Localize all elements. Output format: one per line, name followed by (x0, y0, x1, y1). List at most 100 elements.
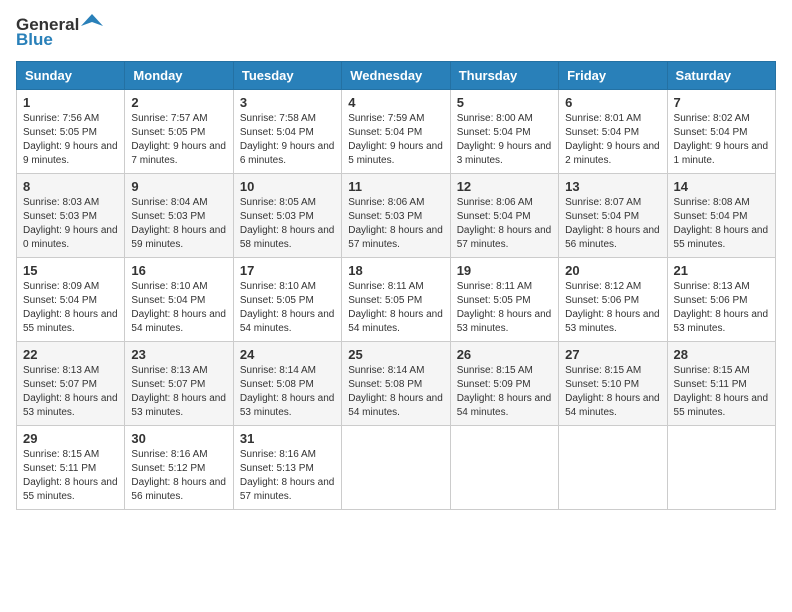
day-number: 8 (23, 179, 118, 194)
calendar-cell: 8Sunrise: 8:03 AM Sunset: 5:03 PM Daylig… (17, 174, 125, 258)
day-number: 17 (240, 263, 335, 278)
calendar-week-row: 22 Sunrise: 8:13 AM Sunset: 5:07 PM Dayli… (17, 342, 776, 426)
day-number: 22 (23, 347, 118, 362)
cell-content: Sunrise: 7:59 AM Sunset: 5:04 PM Dayligh… (348, 112, 443, 168)
cell-content: Sunrise: 8:13 AM Sunset: 5:07 PM Dayligh… (131, 364, 226, 420)
calendar-cell: 17Sunrise: 8:10 AM Sunset: 5:05 PM Dayli… (233, 258, 341, 342)
cell-content: Sunrise: 8:04 AM Sunset: 5:03 PM Dayligh… (131, 196, 226, 252)
day-header-tuesday: Tuesday (233, 62, 341, 90)
day-number: 6 (565, 95, 660, 110)
cell-content: Sunrise: 8:00 AM Sunset: 5:04 PM Dayligh… (457, 112, 552, 168)
day-number: 15 (23, 263, 118, 278)
calendar-cell (559, 426, 667, 510)
calendar-cell: 10 Sunrise: 8:05 AM Sunset: 5:03 PM Dayli… (233, 174, 341, 258)
calendar-cell: 25Sunrise: 8:14 AM Sunset: 5:08 PM Dayli… (342, 342, 450, 426)
day-number: 21 (674, 263, 769, 278)
calendar-week-row: 1 Sunrise: 7:56 AM Sunset: 5:05 PM Daylig… (17, 90, 776, 174)
day-number: 24 (240, 347, 335, 362)
calendar-week-row: 8Sunrise: 8:03 AM Sunset: 5:03 PM Daylig… (17, 174, 776, 258)
calendar-week-row: 29 Sunrise: 8:15 AM Sunset: 5:11 PM Dayli… (17, 426, 776, 510)
calendar-cell: 31 Sunrise: 8:16 AM Sunset: 5:13 PM Dayli… (233, 426, 341, 510)
cell-content: Sunrise: 8:12 AM Sunset: 5:06 PM Dayligh… (565, 280, 660, 336)
cell-content: Sunrise: 8:16 AM Sunset: 5:12 PM Dayligh… (131, 448, 226, 504)
calendar-cell (667, 426, 775, 510)
cell-content: Sunrise: 8:06 AM Sunset: 5:03 PM Dayligh… (348, 196, 443, 252)
calendar-cell: 23 Sunrise: 8:13 AM Sunset: 5:07 PM Dayli… (125, 342, 233, 426)
calendar-cell: 15 Sunrise: 8:09 AM Sunset: 5:04 PM Dayli… (17, 258, 125, 342)
day-header-wednesday: Wednesday (342, 62, 450, 90)
calendar-cell: 27 Sunrise: 8:15 AM Sunset: 5:10 PM Dayli… (559, 342, 667, 426)
calendar-cell: 1 Sunrise: 7:56 AM Sunset: 5:05 PM Daylig… (17, 90, 125, 174)
cell-content: Sunrise: 8:05 AM Sunset: 5:03 PM Dayligh… (240, 196, 335, 252)
calendar-cell: 28Sunrise: 8:15 AM Sunset: 5:11 PM Dayli… (667, 342, 775, 426)
cell-content: Sunrise: 8:11 AM Sunset: 5:05 PM Dayligh… (348, 280, 443, 336)
day-header-sunday: Sunday (17, 62, 125, 90)
day-header-monday: Monday (125, 62, 233, 90)
calendar-cell: 16Sunrise: 8:10 AM Sunset: 5:04 PM Dayli… (125, 258, 233, 342)
day-number: 12 (457, 179, 552, 194)
cell-content: Sunrise: 8:09 AM Sunset: 5:04 PM Dayligh… (23, 280, 118, 336)
day-number: 10 (240, 179, 335, 194)
cell-content: Sunrise: 8:16 AM Sunset: 5:13 PM Dayligh… (240, 448, 335, 504)
day-number: 11 (348, 179, 443, 194)
calendar-cell: 30 Sunrise: 8:16 AM Sunset: 5:12 PM Dayli… (125, 426, 233, 510)
calendar-cell: 7 Sunrise: 8:02 AM Sunset: 5:04 PM Daylig… (667, 90, 775, 174)
day-number: 14 (674, 179, 769, 194)
day-number: 19 (457, 263, 552, 278)
cell-content: Sunrise: 8:02 AM Sunset: 5:04 PM Dayligh… (674, 112, 769, 168)
cell-content: Sunrise: 8:07 AM Sunset: 5:04 PM Dayligh… (565, 196, 660, 252)
cell-content: Sunrise: 8:01 AM Sunset: 5:04 PM Dayligh… (565, 112, 660, 168)
calendar-cell: 26 Sunrise: 8:15 AM Sunset: 5:09 PM Dayli… (450, 342, 558, 426)
day-number: 2 (131, 95, 226, 110)
calendar-cell: 19 Sunrise: 8:11 AM Sunset: 5:05 PM Dayli… (450, 258, 558, 342)
day-number: 5 (457, 95, 552, 110)
calendar-header-row: SundayMondayTuesdayWednesdayThursdayFrid… (17, 62, 776, 90)
cell-content: Sunrise: 8:15 AM Sunset: 5:09 PM Dayligh… (457, 364, 552, 420)
day-number: 9 (131, 179, 226, 194)
cell-content: Sunrise: 8:15 AM Sunset: 5:10 PM Dayligh… (565, 364, 660, 420)
calendar-cell: 24 Sunrise: 8:14 AM Sunset: 5:08 PM Dayli… (233, 342, 341, 426)
calendar-cell: 20Sunrise: 8:12 AM Sunset: 5:06 PM Dayli… (559, 258, 667, 342)
day-number: 27 (565, 347, 660, 362)
calendar-table: SundayMondayTuesdayWednesdayThursdayFrid… (16, 61, 776, 510)
calendar-cell: 11 Sunrise: 8:06 AM Sunset: 5:03 PM Dayli… (342, 174, 450, 258)
day-number: 30 (131, 431, 226, 446)
calendar-cell: 21Sunrise: 8:13 AM Sunset: 5:06 PM Dayli… (667, 258, 775, 342)
calendar-cell: 22 Sunrise: 8:13 AM Sunset: 5:07 PM Dayli… (17, 342, 125, 426)
day-number: 18 (348, 263, 443, 278)
cell-content: Sunrise: 7:56 AM Sunset: 5:05 PM Dayligh… (23, 112, 118, 168)
day-number: 26 (457, 347, 552, 362)
cell-content: Sunrise: 8:15 AM Sunset: 5:11 PM Dayligh… (674, 364, 769, 420)
day-header-thursday: Thursday (450, 62, 558, 90)
calendar-cell (342, 426, 450, 510)
day-number: 16 (131, 263, 226, 278)
calendar-cell: 5 Sunrise: 8:00 AM Sunset: 5:04 PM Daylig… (450, 90, 558, 174)
calendar-cell (450, 426, 558, 510)
calendar-cell: 13 Sunrise: 8:07 AM Sunset: 5:04 PM Dayli… (559, 174, 667, 258)
calendar-cell: 14 Sunrise: 8:08 AM Sunset: 5:04 PM Dayli… (667, 174, 775, 258)
calendar-cell: 9 Sunrise: 8:04 AM Sunset: 5:03 PM Daylig… (125, 174, 233, 258)
calendar-cell: 18 Sunrise: 8:11 AM Sunset: 5:05 PM Dayli… (342, 258, 450, 342)
cell-content: Sunrise: 7:57 AM Sunset: 5:05 PM Dayligh… (131, 112, 226, 168)
day-number: 29 (23, 431, 118, 446)
day-number: 7 (674, 95, 769, 110)
cell-content: Sunrise: 8:08 AM Sunset: 5:04 PM Dayligh… (674, 196, 769, 252)
calendar-cell: 3 Sunrise: 7:58 AM Sunset: 5:04 PM Daylig… (233, 90, 341, 174)
cell-content: Sunrise: 8:06 AM Sunset: 5:04 PM Dayligh… (457, 196, 552, 252)
cell-content: Sunrise: 8:11 AM Sunset: 5:05 PM Dayligh… (457, 280, 552, 336)
day-number: 23 (131, 347, 226, 362)
cell-content: Sunrise: 7:58 AM Sunset: 5:04 PM Dayligh… (240, 112, 335, 168)
day-number: 1 (23, 95, 118, 110)
calendar-cell: 12 Sunrise: 8:06 AM Sunset: 5:04 PM Dayli… (450, 174, 558, 258)
cell-content: Sunrise: 8:15 AM Sunset: 5:11 PM Dayligh… (23, 448, 118, 504)
cell-content: Sunrise: 8:14 AM Sunset: 5:08 PM Dayligh… (348, 364, 443, 420)
day-number: 31 (240, 431, 335, 446)
day-number: 3 (240, 95, 335, 110)
logo-blue-text: Blue (16, 31, 103, 50)
calendar-cell: 29 Sunrise: 8:15 AM Sunset: 5:11 PM Dayli… (17, 426, 125, 510)
day-number: 13 (565, 179, 660, 194)
logo: General Blue (16, 16, 103, 49)
cell-content: Sunrise: 8:13 AM Sunset: 5:07 PM Dayligh… (23, 364, 118, 420)
page-header: General Blue (16, 16, 776, 49)
cell-content: Sunrise: 8:14 AM Sunset: 5:08 PM Dayligh… (240, 364, 335, 420)
